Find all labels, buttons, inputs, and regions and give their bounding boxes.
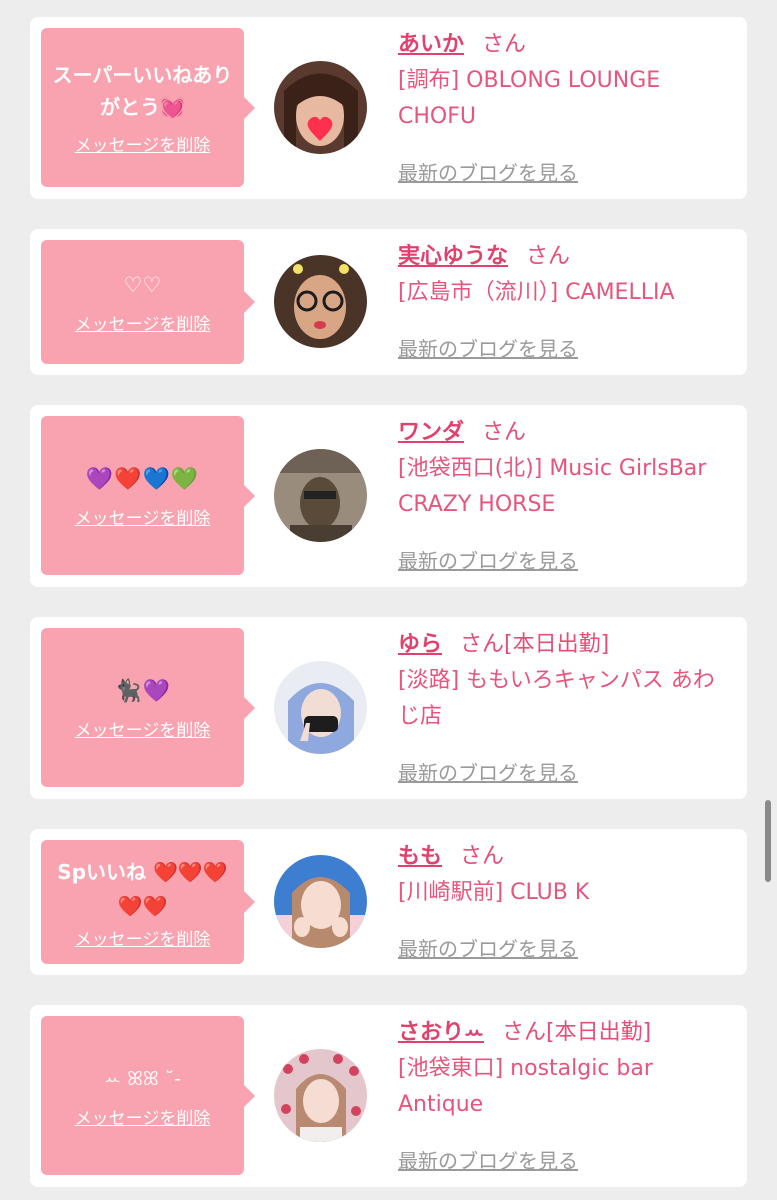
shop-name: [川崎駅前] CLUB K: [398, 880, 590, 905]
shop-name: [調布] OBLONG LOUNGE CHOFU: [398, 68, 661, 129]
message-text: ꕀ ꕤꕤ ˘-: [103, 1067, 182, 1090]
cast-name-link[interactable]: ゆら: [398, 632, 442, 657]
message-card: 💜❤️💙💚 メッセージを削除 ワンダ さん [池袋西口(北)] Music Gir…: [30, 405, 747, 587]
message-card: ꕀ ꕤꕤ ˘- メッセージを削除 さおりꕀ さん[本日出勤] [池袋東口] nos…: [30, 1005, 747, 1187]
avatar[interactable]: [274, 61, 367, 154]
cast-name-link[interactable]: ワンダ: [398, 420, 464, 445]
message-card: Spいいね ❤️❤️❤️❤️❤️ メッセージを削除 もも さん [川崎駅前] CL…: [30, 829, 747, 975]
status-label: [本日出勤]: [504, 632, 610, 657]
avatar-photo-icon: [274, 1049, 367, 1142]
blog-link[interactable]: 最新のブログを見る: [398, 933, 578, 962]
message-bubble: ꕀ ꕤꕤ ˘- メッセージを削除: [41, 1016, 255, 1175]
avatar-photo-icon: [274, 661, 367, 754]
cast-info: ワンダ さん [池袋西口(北)] Music GirlsBar CRAZY HOR…: [398, 415, 733, 523]
san-label: さん: [526, 244, 571, 269]
shop-name: [広島市（流川）] CAMELLIA: [398, 280, 675, 305]
delete-message-link[interactable]: メッセージを削除: [75, 131, 211, 156]
message-bubble: Spいいね ❤️❤️❤️❤️❤️ メッセージを削除: [41, 840, 255, 964]
message-bubble: 🐈‍⬛💜 メッセージを削除: [41, 628, 255, 787]
san-label: さん: [482, 420, 527, 445]
delete-message-link[interactable]: メッセージを削除: [75, 1104, 211, 1129]
message-text: 💜❤️💙💚: [85, 466, 200, 492]
scrollbar[interactable]: [765, 800, 771, 882]
delete-message-link[interactable]: メッセージを削除: [75, 310, 211, 335]
cast-name-link[interactable]: あいか: [398, 32, 464, 57]
delete-message-link[interactable]: メッセージを削除: [75, 925, 211, 950]
shop-name: [池袋西口(北)] Music GirlsBar CRAZY HORSE: [398, 456, 707, 517]
avatar[interactable]: [274, 449, 367, 542]
avatar[interactable]: [274, 855, 367, 948]
message-card: 🐈‍⬛💜 メッセージを削除 ゆら さん[本日出勤] [淡路] ももいろキャンパス …: [30, 617, 747, 799]
blog-link[interactable]: 最新のブログを見る: [398, 157, 578, 186]
avatar-photo-icon: [274, 449, 367, 542]
message-card: スーパーいいねありがとう💓 メッセージを削除 あいか さん [調布] OBLONG…: [30, 17, 747, 199]
cast-name-link[interactable]: もも: [398, 844, 442, 869]
avatar-photo-icon: [274, 255, 367, 348]
message-list: スーパーいいねありがとう💓 メッセージを削除 あいか さん [調布] OBLONG…: [0, 0, 777, 1200]
blog-link[interactable]: 最新のブログを見る: [398, 545, 578, 574]
san-label: さん: [482, 32, 527, 57]
message-bubble: ♡♡ メッセージを削除: [41, 240, 255, 364]
message-text: ♡♡: [123, 273, 162, 297]
avatar[interactable]: [274, 1049, 367, 1142]
avatar[interactable]: [274, 661, 367, 754]
cast-name-link[interactable]: 実心ゆうな: [398, 244, 508, 269]
message-text: 🐈‍⬛💜: [114, 678, 171, 704]
message-bubble: 💜❤️💙💚 メッセージを削除: [41, 416, 255, 575]
san-label: さん: [460, 844, 505, 869]
message-text: Spいいね ❤️❤️❤️❤️❤️: [57, 859, 228, 918]
cast-info: ゆら さん[本日出勤] [淡路] ももいろキャンパス あわじ店: [398, 627, 733, 735]
cast-name-link[interactable]: さおりꕀ: [398, 1020, 484, 1045]
shop-name: [淡路] ももいろキャンパス あわじ店: [398, 668, 715, 729]
message-card: ♡♡ メッセージを削除 実心ゆうな さん [広島市（流川）] CAMELLIA 最…: [30, 229, 747, 375]
cast-info: さおりꕀ さん[本日出勤] [池袋東口] nostalgic bar Antiqu…: [398, 1015, 733, 1123]
cast-info: 実心ゆうな さん [広島市（流川）] CAMELLIA: [398, 239, 733, 311]
cast-info: あいか さん [調布] OBLONG LOUNGE CHOFU: [398, 27, 733, 135]
avatar-photo-icon: [274, 855, 367, 948]
avatar[interactable]: [274, 255, 367, 348]
shop-name: [池袋東口] nostalgic bar Antique: [398, 1056, 653, 1117]
delete-message-link[interactable]: メッセージを削除: [75, 504, 211, 529]
status-label: [本日出勤]: [545, 1020, 652, 1045]
blog-link[interactable]: 最新のブログを見る: [398, 757, 578, 786]
avatar-photo-icon: [274, 61, 367, 154]
message-bubble: スーパーいいねありがとう💓 メッセージを削除: [41, 28, 255, 187]
san-label: さん: [460, 632, 505, 657]
cast-info: もも さん [川崎駅前] CLUB K: [398, 839, 733, 911]
san-label: さん: [501, 1020, 546, 1045]
blog-link[interactable]: 最新のブログを見る: [398, 333, 578, 362]
delete-message-link[interactable]: メッセージを削除: [75, 716, 211, 741]
message-text: スーパーいいねありがとう💓: [52, 63, 233, 119]
blog-link[interactable]: 最新のブログを見る: [398, 1145, 578, 1174]
